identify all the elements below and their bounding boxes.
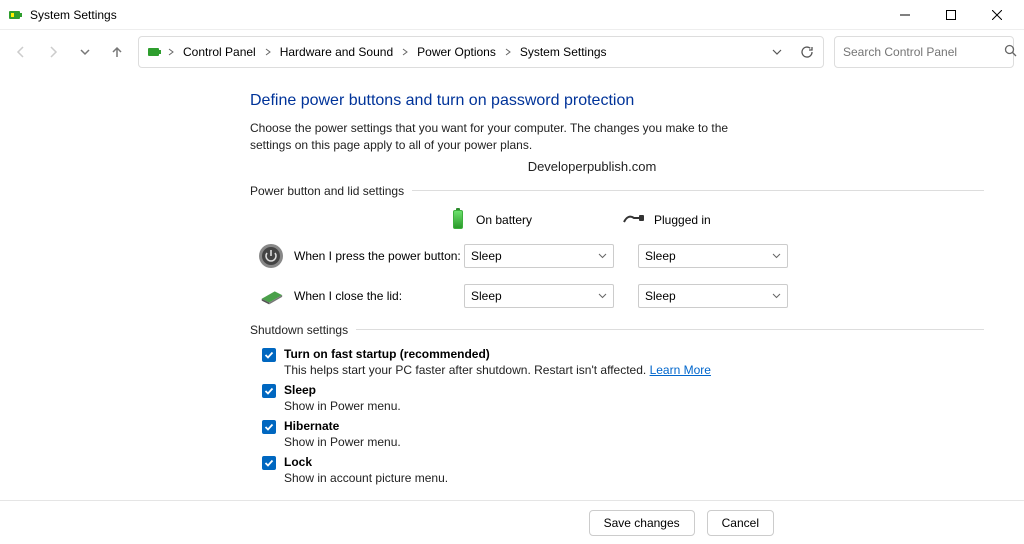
sleep-checkbox[interactable] — [262, 384, 276, 398]
close-lid-plugged-select[interactable]: Sleep — [638, 284, 788, 308]
select-value: Sleep — [645, 249, 676, 263]
watermark-text: Developerpublish.com — [200, 159, 984, 174]
lock-subtitle: Show in account picture menu. — [284, 471, 448, 485]
chevron-down-icon[interactable] — [769, 44, 785, 60]
lock-checkbox[interactable] — [262, 456, 276, 470]
titlebar: System Settings — [0, 0, 1024, 30]
cancel-button[interactable]: Cancel — [707, 510, 774, 536]
control-panel-icon — [147, 44, 163, 60]
close-button[interactable] — [974, 0, 1020, 30]
power-icon — [258, 243, 284, 269]
divider — [356, 329, 984, 330]
breadcrumb-item[interactable]: System Settings — [516, 45, 611, 59]
power-button-label: When I press the power button: — [294, 249, 464, 263]
chevron-right-icon — [167, 48, 175, 56]
close-lid-row: When I close the lid: Sleep Sleep — [258, 283, 984, 309]
up-button[interactable] — [106, 41, 128, 63]
fast-startup-title: Turn on fast startup (recommended) — [284, 347, 711, 361]
hibernate-title: Hibernate — [284, 419, 401, 433]
power-button-lid-group: Power button and lid settings On battery… — [250, 184, 984, 309]
power-button-battery-select[interactable]: Sleep — [464, 244, 614, 268]
forward-button[interactable] — [42, 41, 64, 63]
breadcrumb-bar[interactable]: Control Panel Hardware and Sound Power O… — [138, 36, 824, 68]
refresh-icon[interactable] — [799, 44, 815, 60]
sleep-title: Sleep — [284, 383, 401, 397]
search-input[interactable] — [843, 45, 998, 59]
window-title: System Settings — [30, 8, 117, 22]
divider — [412, 190, 984, 191]
shutdown-settings-group: Shutdown settings Turn on fast startup (… — [250, 323, 984, 485]
footer: Save changes Cancel — [0, 500, 1024, 544]
back-button[interactable] — [10, 41, 32, 63]
on-battery-label: On battery — [476, 213, 532, 227]
chevron-right-icon — [264, 48, 272, 56]
battery-icon — [450, 208, 466, 233]
select-value: Sleep — [471, 249, 502, 263]
fast-startup-item: Turn on fast startup (recommended) This … — [262, 347, 984, 377]
page-description: Choose the power settings that you want … — [250, 120, 770, 155]
plugged-in-label: Plugged in — [654, 213, 711, 227]
laptop-icon — [258, 283, 284, 309]
sleep-item: Sleep Show in Power menu. — [262, 383, 984, 413]
navbar: Control Panel Hardware and Sound Power O… — [0, 30, 1024, 74]
minimize-button[interactable] — [882, 0, 928, 30]
close-lid-battery-select[interactable]: Sleep — [464, 284, 614, 308]
column-header-battery: On battery — [450, 208, 582, 233]
chevron-right-icon — [504, 48, 512, 56]
maximize-button[interactable] — [928, 0, 974, 30]
group-legend: Power button and lid settings — [250, 184, 404, 198]
chevron-down-icon — [598, 249, 607, 263]
close-lid-label: When I close the lid: — [294, 289, 464, 303]
content-area: Define power buttons and turn on passwor… — [0, 74, 1024, 500]
lock-title: Lock — [284, 455, 448, 469]
save-button[interactable]: Save changes — [589, 510, 695, 536]
sleep-subtitle: Show in Power menu. — [284, 399, 401, 413]
power-button-row: When I press the power button: Sleep Sle… — [258, 243, 984, 269]
chevron-right-icon — [401, 48, 409, 56]
learn-more-link[interactable]: Learn More — [650, 363, 711, 377]
chevron-down-icon — [772, 249, 781, 263]
breadcrumb-item[interactable]: Hardware and Sound — [276, 45, 397, 59]
battery-icon — [8, 7, 24, 23]
search-box[interactable] — [834, 36, 1014, 68]
recent-locations-button[interactable] — [74, 41, 96, 63]
page-heading: Define power buttons and turn on passwor… — [250, 92, 984, 110]
chevron-down-icon — [772, 289, 781, 303]
hibernate-item: Hibernate Show in Power menu. — [262, 419, 984, 449]
fast-startup-subtitle: This helps start your PC faster after sh… — [284, 363, 711, 377]
group-legend: Shutdown settings — [250, 323, 348, 337]
chevron-down-icon — [598, 289, 607, 303]
lock-item: Lock Show in account picture menu. — [262, 455, 984, 485]
select-value: Sleep — [471, 289, 502, 303]
plug-icon — [622, 212, 644, 229]
breadcrumb-item[interactable]: Power Options — [413, 45, 500, 59]
column-header-plugged: Plugged in — [622, 212, 754, 229]
power-button-plugged-select[interactable]: Sleep — [638, 244, 788, 268]
select-value: Sleep — [645, 289, 676, 303]
fast-startup-checkbox[interactable] — [262, 348, 276, 362]
breadcrumb-item[interactable]: Control Panel — [179, 45, 260, 59]
hibernate-checkbox[interactable] — [262, 420, 276, 434]
search-icon[interactable] — [1004, 44, 1017, 60]
hibernate-subtitle: Show in Power menu. — [284, 435, 401, 449]
